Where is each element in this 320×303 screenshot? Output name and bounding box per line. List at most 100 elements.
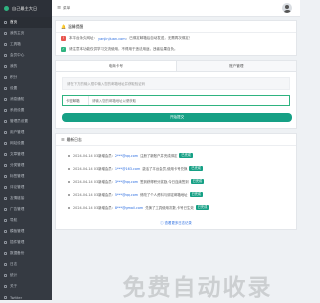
menu-toggle-label[interactable]: 菜单 bbox=[63, 6, 70, 11]
bell-icon: 🔔 bbox=[61, 24, 66, 29]
sidebar-item[interactable]: 分类管理 bbox=[0, 160, 52, 171]
log-list: 2024-04-14 03 新增会员: 2***@qq.com 注册了新账户并完… bbox=[56, 146, 296, 229]
sidebar-item[interactable]: 会员中心 bbox=[0, 50, 52, 61]
bullet-icon bbox=[68, 154, 70, 157]
sidebar-item[interactable]: 关于 bbox=[0, 281, 52, 292]
log-time: 2024-04-14 03 bbox=[73, 192, 99, 197]
sidebar-item-label: 积分 bbox=[10, 75, 18, 79]
brand[interactable]: 自己最主大日 bbox=[0, 0, 52, 17]
sidebar-item[interactable]: 我的 bbox=[0, 61, 52, 72]
sidebar: 首页 我的主页 工具箱 会员中心 我的 积分 设置 消息通知 系统设置 管理员设… bbox=[0, 17, 52, 300]
tab-bar: 电商卡号 账户管理 bbox=[55, 60, 297, 72]
top-bar: 自己最主大日 ≡ 菜单 bbox=[0, 0, 300, 17]
sidebar-item-label: 我的 bbox=[10, 64, 18, 68]
log-time: 2024-04-14 03 bbox=[73, 179, 99, 184]
sidebar-item-label: 标签管理 bbox=[10, 174, 25, 178]
sidebar-item[interactable]: 评论管理 bbox=[0, 182, 52, 193]
sidebar-item-label: Twitter bbox=[10, 295, 23, 300]
email-input[interactable] bbox=[89, 96, 289, 105]
avatar[interactable] bbox=[282, 3, 292, 13]
menu-item-icon bbox=[4, 296, 7, 299]
notice-row: ! 本平台永久网址： yanjinjiuan.com ，已绑定邮箱后自动发送，无… bbox=[56, 33, 296, 44]
watermark: 免费自动收录 bbox=[122, 275, 273, 301]
sidebar-item-label: 系统设置 bbox=[10, 108, 25, 112]
log-note: 激活了平台会员,使用卡号兑换 bbox=[142, 167, 188, 171]
menu-item-icon bbox=[4, 175, 7, 178]
menu-item-icon bbox=[4, 263, 7, 266]
notice-text: 请注意本功能仅供学习交流使用，不得用于违法用途，违者后果自负。 bbox=[69, 47, 178, 51]
sidebar-item-label: 用户管理 bbox=[10, 130, 25, 134]
menu-item-icon bbox=[4, 109, 7, 112]
menu-item-icon bbox=[4, 274, 7, 277]
sidebar-item-label: 管理员设置 bbox=[10, 119, 28, 123]
menu-item-icon bbox=[4, 252, 7, 255]
sidebar-item[interactable]: 管理员设置 bbox=[0, 116, 52, 127]
sidebar-item[interactable]: 用户管理 bbox=[0, 127, 52, 138]
log-note: 注册了新账户并完成绑定 bbox=[140, 154, 178, 158]
sidebar-item-label: 导航 bbox=[10, 218, 18, 222]
log-entry: 2024-04-14 03 新增会员: 2***@qq.com 注册了新账户并完… bbox=[56, 149, 296, 162]
menu-icon[interactable]: ≡ bbox=[57, 5, 61, 11]
status-badge: 已完成 bbox=[179, 153, 193, 158]
menu-item-icon bbox=[4, 54, 7, 57]
sidebar-item[interactable]: 文章管理 bbox=[0, 149, 52, 160]
sidebar-item[interactable]: 标签管理 bbox=[0, 171, 52, 182]
sidebar-item[interactable]: 友情链接 bbox=[0, 193, 52, 204]
logo-icon bbox=[4, 6, 9, 11]
log-time: 2024-04-14 03 bbox=[73, 166, 99, 171]
sidebar-item-label: 工具箱 bbox=[10, 42, 21, 46]
sidebar-item[interactable]: 我的主页 bbox=[0, 28, 52, 39]
log-note: 签到获得积分奖励,今日连续签到 bbox=[140, 180, 189, 184]
menu-item-icon bbox=[4, 120, 7, 123]
sidebar-item[interactable]: 导航 bbox=[0, 215, 52, 226]
home-icon bbox=[4, 21, 7, 24]
tab-label: 账户管理 bbox=[229, 63, 244, 68]
sidebar-item-label: 数据备份 bbox=[10, 251, 25, 255]
site-link[interactable]: yanjinjiuan.com bbox=[98, 37, 126, 41]
log-action: 新增会员: bbox=[98, 193, 113, 197]
sidebar-item[interactable]: 数据备份 bbox=[0, 248, 52, 259]
sidebar-item[interactable]: 消息通知 bbox=[0, 94, 52, 105]
menu-item-icon bbox=[4, 131, 7, 134]
log-time: 2024-04-14 03 bbox=[73, 205, 99, 210]
sidebar-item-label: 统计 bbox=[10, 273, 18, 277]
log-note: 兑换了工具使用次数,卡号已生效 bbox=[145, 206, 194, 210]
menu-item-icon bbox=[4, 197, 7, 200]
sidebar-item[interactable]: 统计 bbox=[0, 270, 52, 281]
menu-item-icon bbox=[4, 208, 7, 211]
menu-item-icon bbox=[4, 164, 7, 167]
log-entry: 2024-04-14 03 新增会员: 5***@qq.com 修改了个人资料与… bbox=[56, 188, 296, 201]
sidebar-item[interactable]: 积分 bbox=[0, 72, 52, 83]
log-action: 新增会员: bbox=[98, 206, 113, 210]
log-email: 8***@gmail.com bbox=[114, 205, 144, 210]
status-badge: 已完成 bbox=[189, 166, 203, 171]
bullet-icon bbox=[68, 206, 70, 209]
more-logs-link[interactable]: ⓘ 查看更多日志记录 bbox=[56, 220, 296, 225]
sidebar-item-label: 分类管理 bbox=[10, 163, 25, 167]
menu-item-icon bbox=[4, 230, 7, 233]
log-title: 最新日志 bbox=[66, 136, 82, 142]
bullet-icon bbox=[68, 167, 70, 170]
sidebar-item[interactable]: 系统设置 bbox=[0, 105, 52, 116]
sidebar-item[interactable]: 模板管理 bbox=[0, 226, 52, 237]
sidebar-item[interactable]: 广告管理 bbox=[0, 204, 52, 215]
sidebar-item[interactable]: 日志 bbox=[0, 259, 52, 270]
status-badge: 已完成 bbox=[189, 192, 204, 197]
notice-text: ，已绑定邮箱后自动发送，无需再次绑定！ bbox=[125, 36, 193, 40]
main-content: 🔔 温馨提醒 ! 本平台永久网址： yanjinjiuan.com ，已绑定邮箱… bbox=[55, 20, 297, 234]
sidebar-item-label: 我的主页 bbox=[10, 31, 25, 35]
tab-card-number[interactable]: 电商卡号 bbox=[56, 61, 177, 71]
form-hint: 请在下方的输入框中输入您的邮箱地址并获取验证码 bbox=[62, 77, 290, 90]
tab-account[interactable]: 账户管理 bbox=[177, 61, 297, 71]
sidebar-item[interactable]: 设置 bbox=[0, 83, 52, 94]
sidebar-item[interactable]: 网站设置 bbox=[0, 138, 52, 149]
sidebar-item[interactable]: 工具箱 bbox=[0, 39, 52, 50]
menu-item-icon bbox=[4, 186, 7, 189]
sidebar-item[interactable]: 插件管理 bbox=[0, 237, 52, 248]
log-entry: 2024-04-14 03 新增会员: 8***@gmail.com 兑换了工具… bbox=[56, 201, 296, 214]
status-badge: 已完成 bbox=[190, 179, 205, 184]
sidebar-item[interactable]: Twitter bbox=[0, 292, 52, 303]
submit-button[interactable]: 开始提交 bbox=[62, 113, 292, 122]
sidebar-item-home[interactable]: 首页 bbox=[0, 17, 52, 28]
notice-text: 本平台永久网址： bbox=[69, 36, 97, 40]
